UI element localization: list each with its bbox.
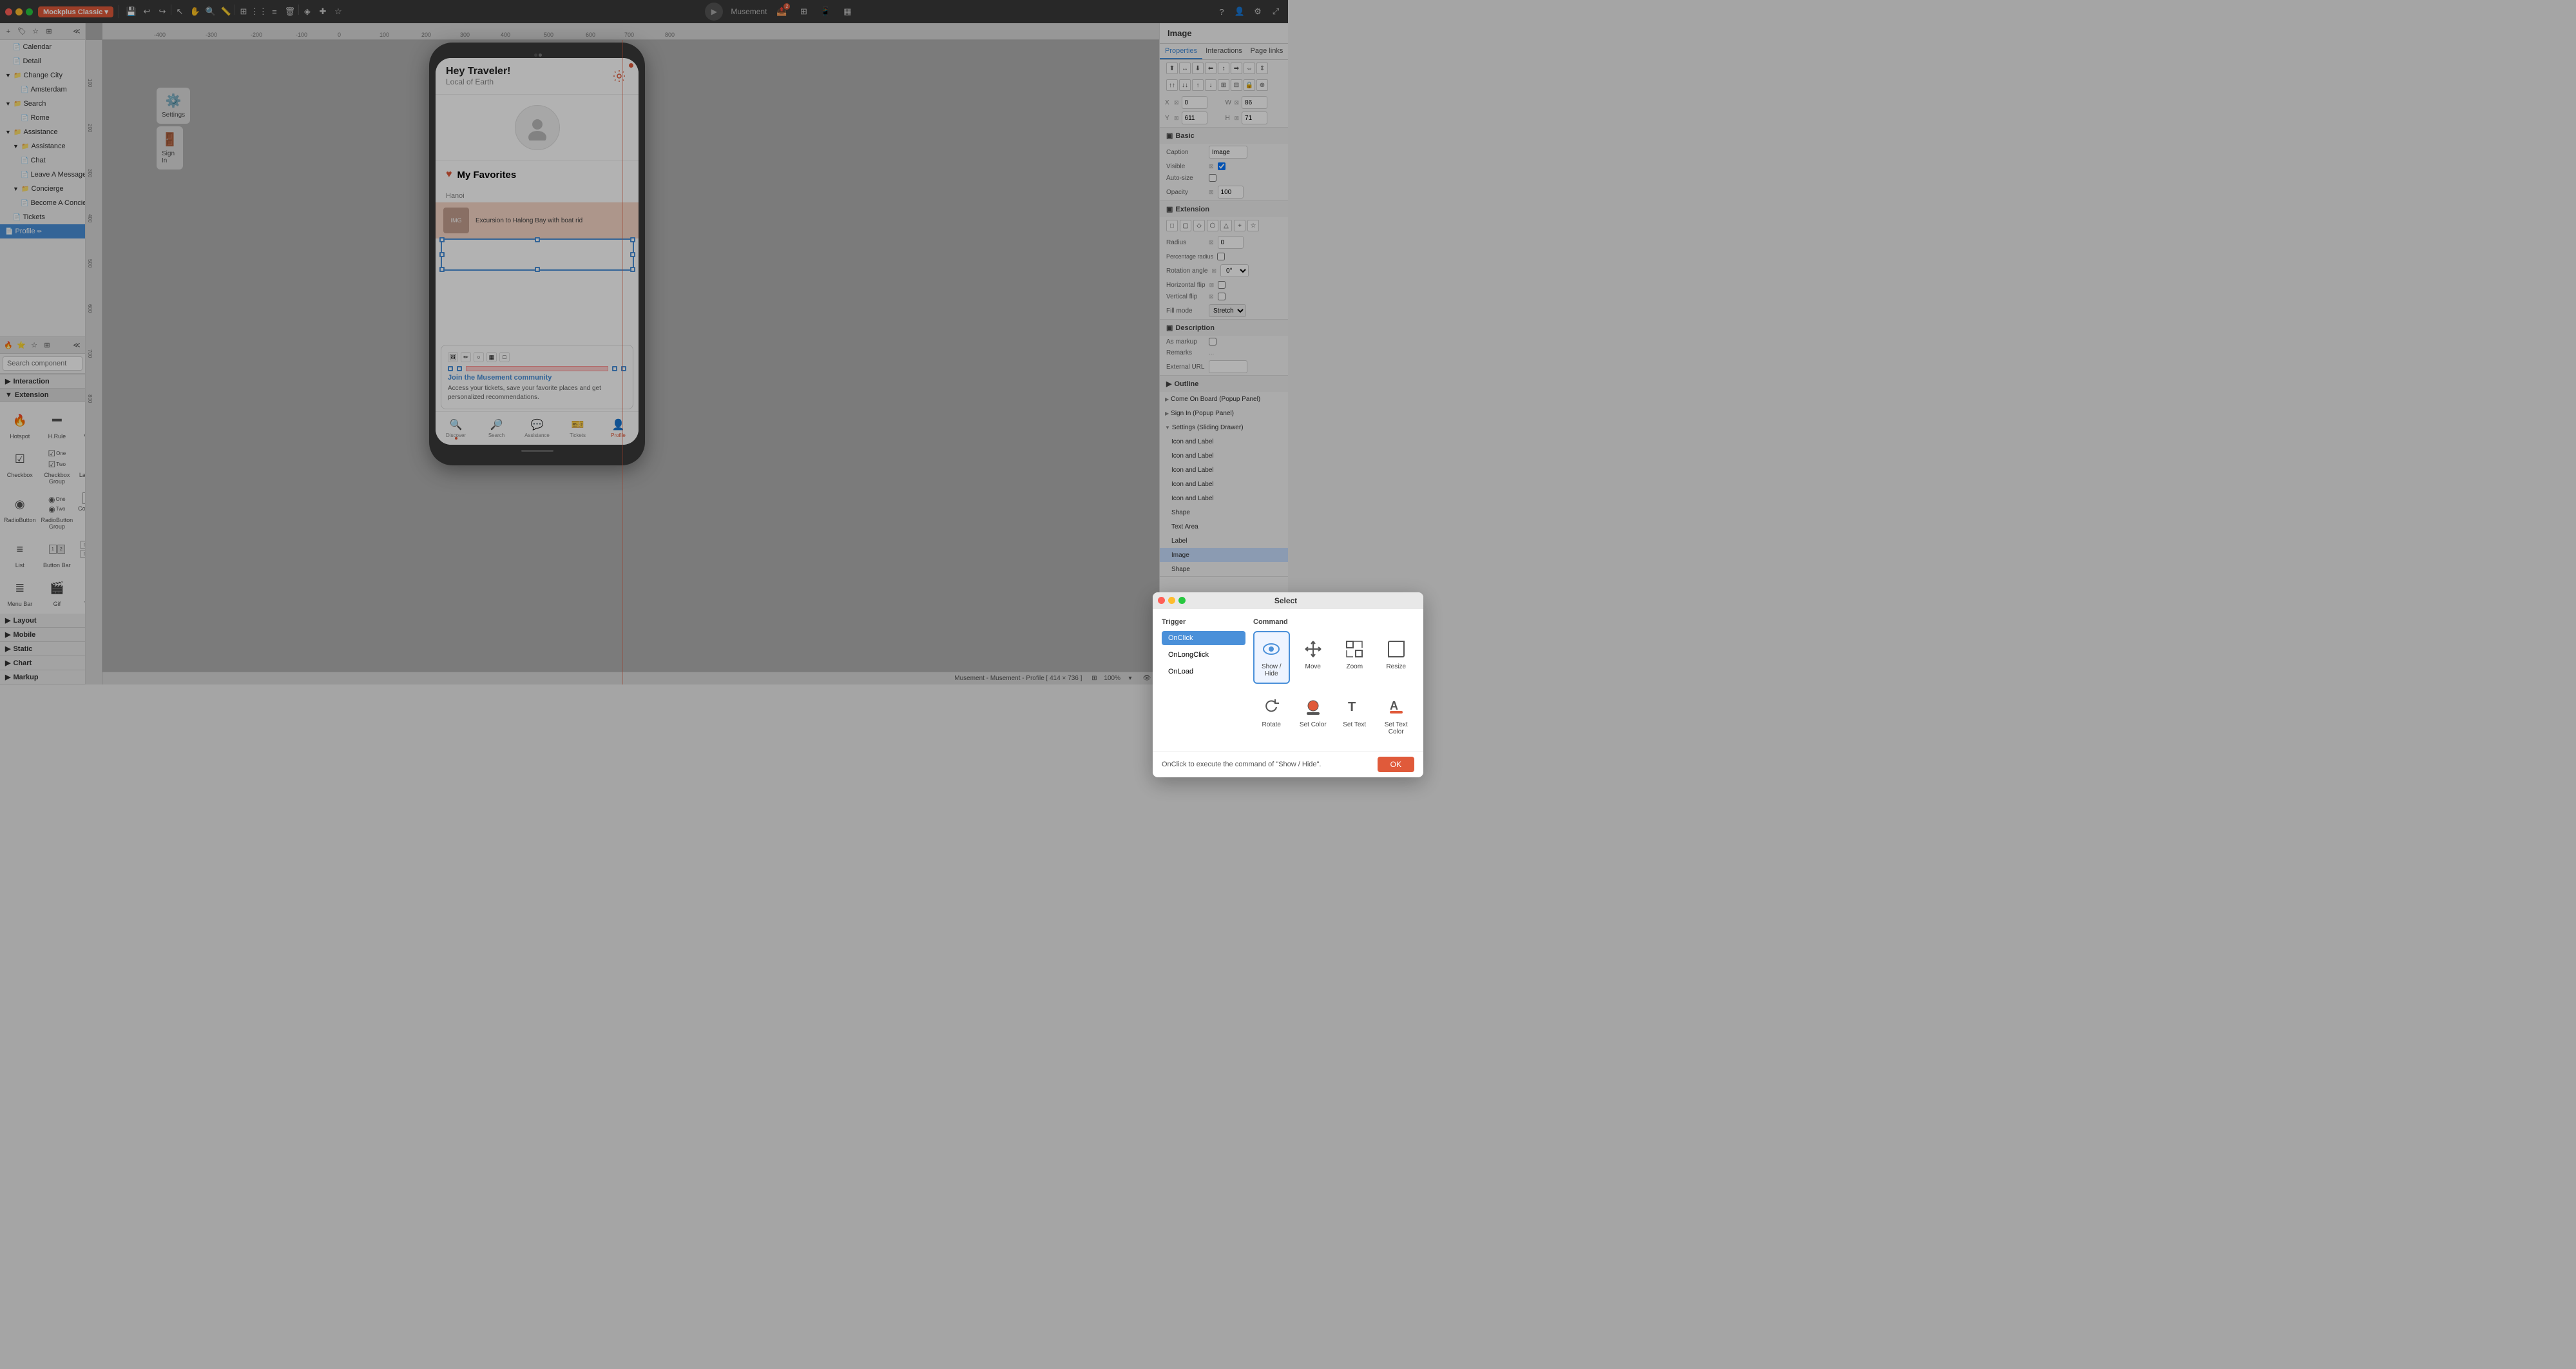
resize-svg	[1386, 639, 1407, 659]
modal-maximize-btn[interactable]	[1178, 597, 1186, 604]
zoom-icon	[1343, 637, 1366, 661]
rotate-icon	[1260, 695, 1283, 719]
cmd-rotate[interactable]: Rotate	[1253, 689, 1290, 742]
modal-title: Select	[1274, 596, 1297, 605]
modal-ok-button[interactable]: OK	[1378, 757, 1414, 772]
setcolor-svg	[1303, 697, 1323, 717]
cmd-zoom[interactable]: Zoom	[1336, 631, 1373, 684]
command-column: Command Show / Hide	[1253, 618, 1414, 742]
trigger-onclick[interactable]: OnClick	[1162, 631, 1245, 645]
command-grid: Show / Hide Move	[1253, 631, 1414, 742]
modal-minimize-btn[interactable]	[1168, 597, 1175, 604]
modal-description: OnClick to execute the command of "Show …	[1162, 761, 1321, 768]
modal-body: Trigger OnClick OnLongClick OnLoad Comma…	[1153, 609, 1423, 751]
rotate-svg	[1261, 697, 1282, 717]
svg-text:T: T	[1348, 700, 1356, 714]
resize-icon	[1385, 637, 1408, 661]
modal-close-btn[interactable]	[1158, 597, 1165, 604]
svg-text:A: A	[1390, 699, 1398, 712]
cmd-rotate-label: Rotate	[1262, 721, 1281, 728]
select-modal: Select Trigger OnClick OnLongClick OnLoa…	[1153, 592, 1423, 777]
command-col-title: Command	[1253, 618, 1414, 626]
settextcolor-icon: A	[1385, 695, 1408, 719]
cmd-settextcolor-label: Set Text Color	[1382, 721, 1411, 735]
setcolor-icon	[1302, 695, 1325, 719]
cmd-move-label: Move	[1305, 663, 1321, 670]
modal-overlay: Select Trigger OnClick OnLongClick OnLoa…	[0, 0, 2576, 1369]
trigger-onload[interactable]: OnLoad	[1162, 665, 1245, 679]
cmd-showhide[interactable]: Show / Hide	[1253, 631, 1290, 684]
cmd-resize-label: Resize	[1386, 663, 1406, 670]
modal-footer: OnClick to execute the command of "Show …	[1153, 751, 1423, 777]
cmd-move[interactable]: Move	[1295, 631, 1332, 684]
modal-columns: Trigger OnClick OnLongClick OnLoad Comma…	[1162, 618, 1414, 742]
cmd-settext[interactable]: T Set Text	[1336, 689, 1373, 742]
cmd-zoom-label: Zoom	[1346, 663, 1363, 670]
settext-svg: T	[1344, 697, 1365, 717]
cmd-settext-label: Set Text	[1343, 721, 1366, 728]
move-svg	[1303, 639, 1323, 659]
cmd-showhide-label: Show / Hide	[1257, 663, 1286, 677]
trigger-list: OnClick OnLongClick OnLoad	[1162, 631, 1245, 679]
cmd-setcolor[interactable]: Set Color	[1295, 689, 1332, 742]
cmd-settextcolor[interactable]: A Set Text Color	[1378, 689, 1415, 742]
eye-svg	[1261, 639, 1282, 659]
cmd-resize[interactable]: Resize	[1378, 631, 1415, 684]
modal-titlebar: Select	[1153, 592, 1423, 609]
showhide-icon	[1260, 637, 1283, 661]
move-icon	[1302, 637, 1325, 661]
modal-traffic-lights	[1158, 597, 1186, 604]
trigger-onlongclick[interactable]: OnLongClick	[1162, 648, 1245, 662]
trigger-col-title: Trigger	[1162, 618, 1245, 626]
settext-icon: T	[1343, 695, 1366, 719]
trigger-column: Trigger OnClick OnLongClick OnLoad	[1162, 618, 1245, 742]
zoom-svg	[1344, 639, 1365, 659]
settextcolor-svg: A	[1386, 697, 1407, 717]
cmd-setcolor-label: Set Color	[1300, 721, 1327, 728]
